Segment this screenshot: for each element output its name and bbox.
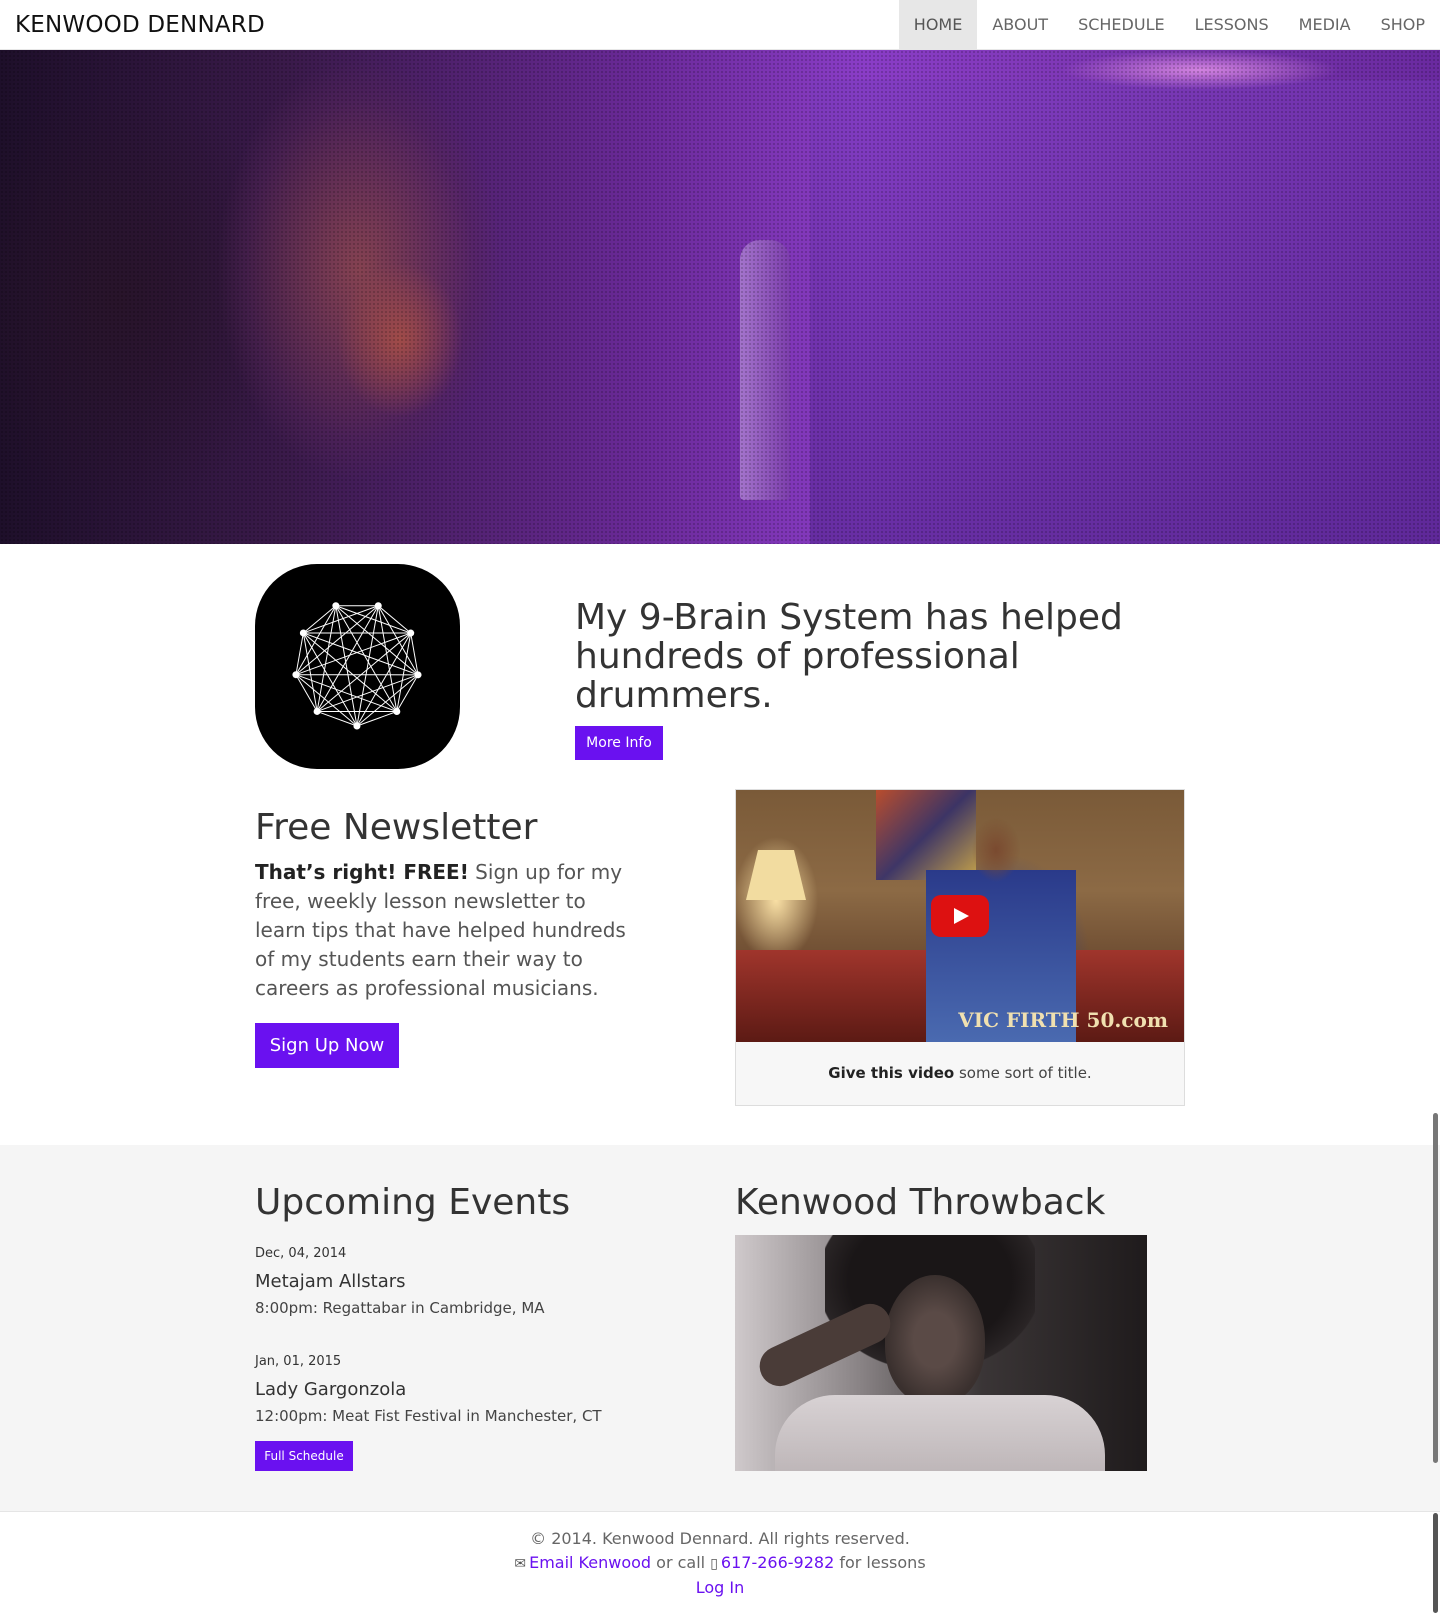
more-info-button[interactable]: More Info <box>575 726 663 760</box>
logo-node <box>332 602 340 610</box>
footer-for-lessons: for lessons <box>834 1553 926 1572</box>
scrollbar-thumb-lower[interactable] <box>1433 1513 1438 1613</box>
logo-node <box>299 629 307 637</box>
logo-node <box>407 629 415 637</box>
nine-brain-logo <box>255 564 460 769</box>
logo-node <box>414 671 422 679</box>
footer-or-call: or call <box>651 1553 711 1572</box>
video-lamp <box>746 850 806 900</box>
video-thumbnail[interactable]: VIC FIRTH 50.com <box>736 790 1184 1042</box>
events-title: Upcoming Events <box>255 1182 571 1223</box>
hero-image <box>0 50 1440 544</box>
video-card: VIC FIRTH 50.com Give this video some so… <box>735 789 1185 1106</box>
nav-shop[interactable]: SHOP <box>1366 0 1440 50</box>
video-caption-bold: Give this video <box>828 1064 955 1082</box>
throwback-title: Kenwood Throwback <box>735 1182 1106 1223</box>
phone-link[interactable]: 617-266-9282 <box>721 1553 834 1572</box>
nav-schedule[interactable]: SCHEDULE <box>1063 0 1180 50</box>
feature-tagline: My 9-Brain System has helped hundreds of… <box>575 597 1123 716</box>
footer-login: Log In <box>0 1576 1440 1600</box>
hero-halftone <box>0 50 1440 544</box>
nav-media[interactable]: MEDIA <box>1284 0 1366 50</box>
logo-node <box>374 602 382 610</box>
newsletter-text: That’s right! FREE! Sign up for my free,… <box>255 858 630 1003</box>
nav-home[interactable]: HOME <box>898 0 978 50</box>
navbar: KENWOOD DENNARD HOME ABOUT SCHEDULE LESS… <box>0 0 1440 50</box>
throwback-photo <box>735 1235 1147 1471</box>
nav-lessons[interactable]: LESSONS <box>1180 0 1284 50</box>
throwback-face <box>885 1275 985 1405</box>
event-item: Dec, 04, 2014 Metajam Allstars 8:00pm: R… <box>255 1245 675 1319</box>
throwback-jacket <box>775 1395 1105 1471</box>
phone-icon: ▯ <box>710 1556 718 1572</box>
event-name: Lady Gargonzola <box>255 1379 407 1400</box>
footer-contact: ✉ Email Kenwood or call ▯ 617-266-9282 for… <box>0 1551 1440 1576</box>
event-detail: 12:00pm: Meat Fist Festival in Mancheste… <box>255 1407 602 1425</box>
play-icon[interactable] <box>931 895 989 937</box>
main-nav: HOME ABOUT SCHEDULE LESSONS MEDIA SHOP <box>898 0 1440 50</box>
nav-about[interactable]: ABOUT <box>977 0 1063 50</box>
logo-node <box>393 708 401 716</box>
event-name: Metajam Allstars <box>255 1271 406 1292</box>
events-section <box>0 1145 1440 1512</box>
logo-node <box>292 671 300 679</box>
envelope-icon: ✉ <box>514 1556 527 1572</box>
login-link[interactable]: Log In <box>696 1578 745 1597</box>
footer-copyright: © 2014. Kenwood Dennard. All rights rese… <box>530 1529 910 1548</box>
event-date: Jan, 01, 2015 <box>255 1354 342 1369</box>
event-date: Dec, 04, 2014 <box>255 1246 347 1261</box>
brand-link[interactable]: KENWOOD DENNARD <box>15 0 265 50</box>
newsletter-title: Free Newsletter <box>255 807 538 848</box>
event-detail: 8:00pm: Regattabar in Cambridge, MA <box>255 1299 545 1317</box>
event-item: Jan, 01, 2015 Lady Gargonzola 12:00pm: M… <box>255 1353 675 1427</box>
video-watermark: VIC FIRTH 50.com <box>958 1008 1168 1032</box>
scrollbar-thumb[interactable] <box>1433 1113 1438 1463</box>
video-caption: Give this video some sort of title. <box>736 1042 1184 1105</box>
footer: © 2014. Kenwood Dennard. All rights rese… <box>0 1527 1440 1600</box>
logo-node <box>353 722 361 730</box>
sign-up-button[interactable]: Sign Up Now <box>255 1023 399 1068</box>
newsletter-lead: That’s right! FREE! <box>255 860 469 884</box>
video-caption-rest: some sort of title. <box>954 1064 1092 1082</box>
email-link[interactable]: Email Kenwood <box>529 1553 651 1572</box>
logo-node <box>313 707 321 715</box>
full-schedule-button[interactable]: Full Schedule <box>255 1441 353 1471</box>
